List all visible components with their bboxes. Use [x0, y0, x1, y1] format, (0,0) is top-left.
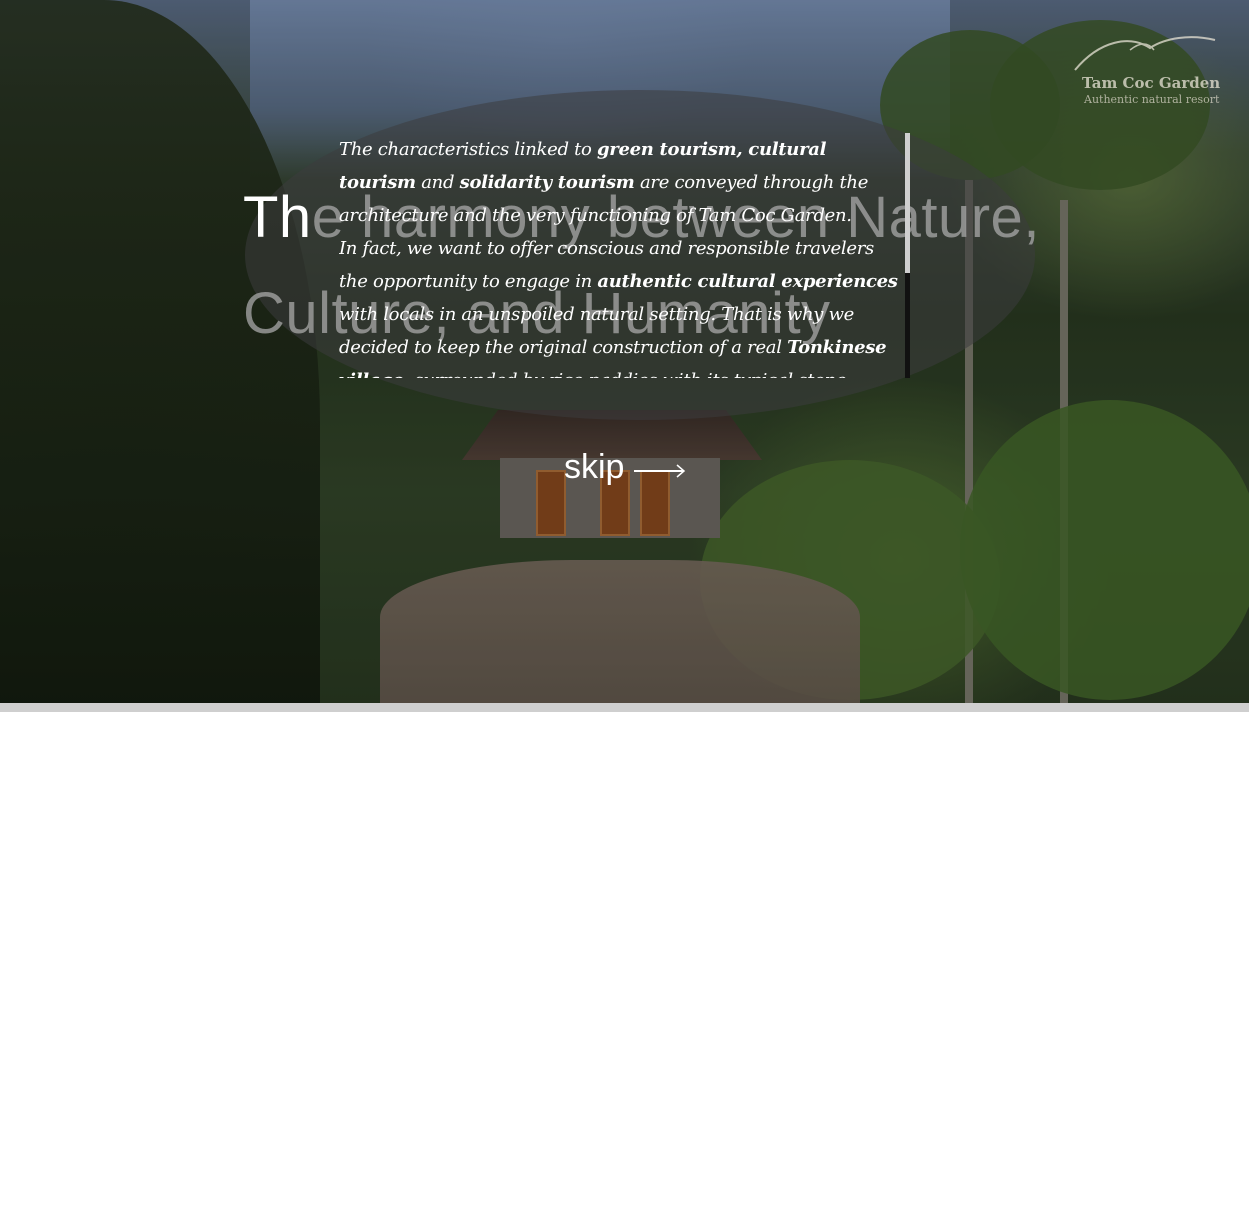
video-progress-bar[interactable] [0, 703, 1249, 712]
logo-name: Tam Coc Garden [1082, 74, 1221, 92]
story-text: , surrounded by rice paddies with its ty… [339, 370, 847, 378]
story-paragraph-1: The characteristics linked to green tour… [339, 133, 905, 232]
story-emphasis: authentic cultural experiences [597, 271, 898, 292]
story-text: and [415, 172, 460, 193]
story-text-panel[interactable]: The characteristics linked to green tour… [339, 133, 905, 378]
hero-video: Tam Coc Garden Authentic natural resort … [0, 0, 1249, 703]
skip-label: skip [564, 447, 625, 486]
story-scrollbar[interactable] [905, 133, 910, 378]
logo-tagline: Authentic natural resort [1084, 93, 1220, 106]
story-paragraph-2: In fact, we want to offer conscious and … [339, 232, 905, 378]
scrollbar-thumb[interactable] [905, 133, 910, 273]
title-lead: Th [243, 185, 312, 250]
story-emphasis: solidarity tourism [459, 172, 635, 193]
story-text: with locals in an unspoiled natural sett… [339, 304, 855, 358]
story-text: The characteristics linked to [339, 139, 598, 160]
skip-button[interactable]: skip [564, 442, 686, 492]
bird-icon [1074, 36, 1216, 71]
arrow-right-icon [634, 464, 686, 478]
resort-logo[interactable]: Tam Coc Garden Authentic natural resort [1070, 30, 1220, 110]
